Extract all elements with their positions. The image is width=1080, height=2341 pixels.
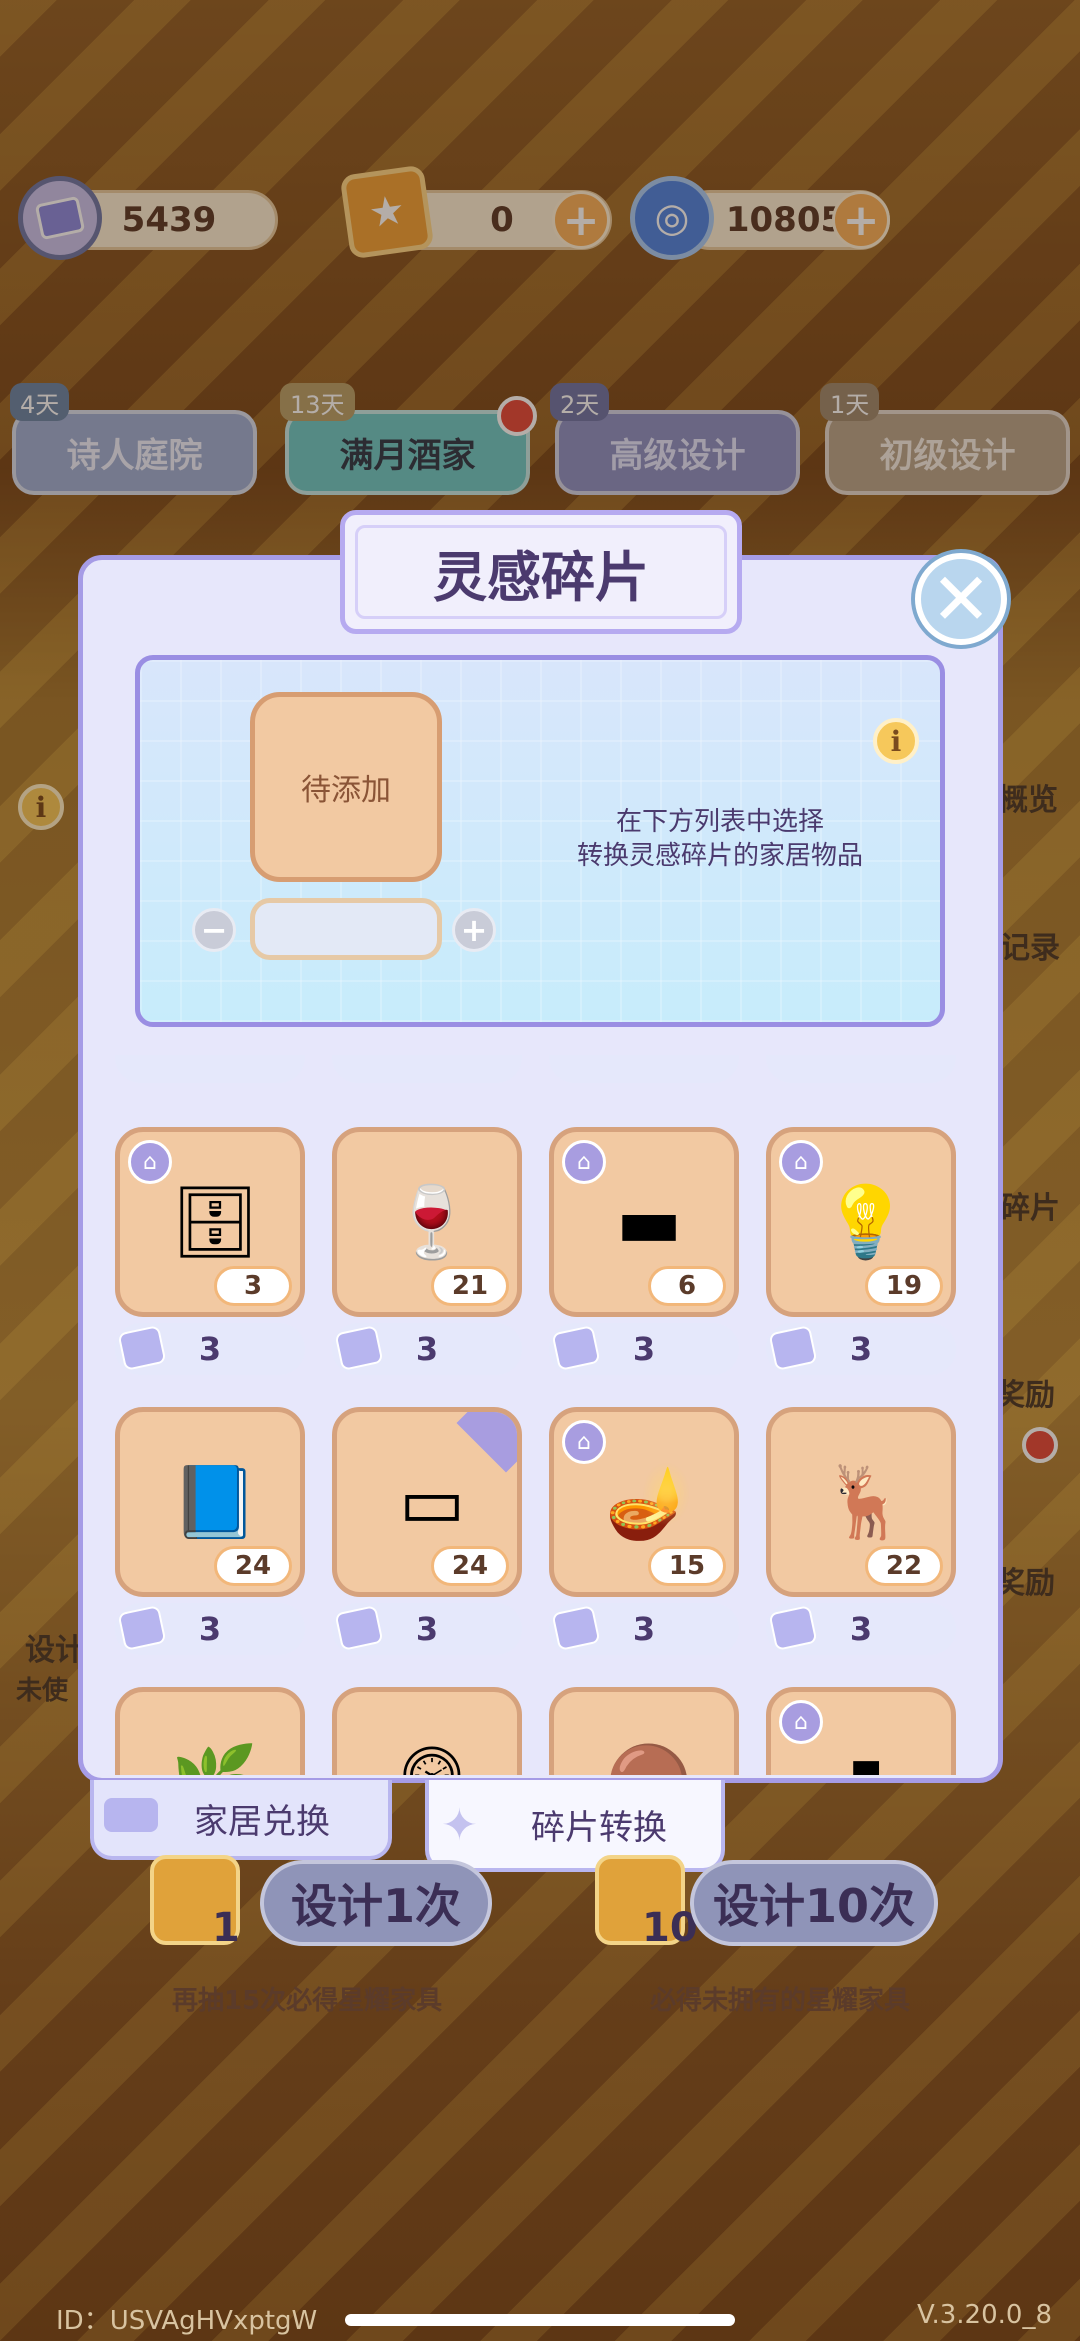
fragment-reward-value: 3 xyxy=(415,1330,439,1368)
home-indicator[interactable] xyxy=(345,2314,735,2326)
furniture-card[interactable]: 🕰 xyxy=(332,1687,522,1775)
fragment-reward-value: 3 xyxy=(632,1330,656,1368)
sparkle-icon: ✦ xyxy=(441,1800,478,1851)
fragment-reward: 3 xyxy=(549,1323,739,1375)
design-ten-note: 必得未拥有的星耀家具 xyxy=(650,1986,911,2016)
fragment-icon xyxy=(117,1325,167,1371)
fragment-reward: 3 xyxy=(766,1323,956,1375)
furniture-card[interactable]: ⌂ 💡 19 xyxy=(766,1127,956,1317)
furniture-card[interactable]: 🍷 21 xyxy=(332,1127,522,1317)
pending-slot-label: 待添加 xyxy=(301,773,391,808)
owned-count: 6 xyxy=(648,1266,726,1306)
plus-button[interactable]: + xyxy=(452,908,496,952)
user-id: ID：USVAgHVxptgW xyxy=(56,2306,318,2336)
close-icon: ✕ xyxy=(930,557,992,641)
tab-home-exchange[interactable]: 家居兑换 xyxy=(90,1780,392,1860)
fragment-icon xyxy=(334,1605,384,1651)
furniture-card[interactable]: 🟤 xyxy=(549,1687,739,1775)
design-once-button[interactable]: 设计1次 xyxy=(260,1860,492,1946)
pending-slot[interactable]: 待添加 xyxy=(250,692,442,882)
owned-count: 22 xyxy=(865,1546,943,1586)
fragment-icon xyxy=(551,1325,601,1371)
furniture-card[interactable]: 🦌 22 xyxy=(766,1407,956,1597)
fragment-reward: 3 xyxy=(115,1603,305,1655)
owned-count: 19 xyxy=(865,1266,943,1306)
fragment-reward-value: 3 xyxy=(198,1330,222,1368)
owned-count: 24 xyxy=(214,1546,292,1586)
fragment-reward: 3 xyxy=(332,1603,522,1655)
design-once-count: 1 xyxy=(212,1905,240,1951)
green-panel-icon: ▮ xyxy=(806,1712,926,1775)
fragment-reward: 3 xyxy=(332,1323,522,1375)
fragment-reward-value: 3 xyxy=(849,1330,873,1368)
fragment-reward: 3 xyxy=(115,1323,305,1375)
list-item-partial xyxy=(115,1055,305,1083)
hint-line-1: 在下方列表中选择 xyxy=(615,807,824,837)
rug-icon: 🟤 xyxy=(589,1712,709,1776)
plant-icon: 🌿 xyxy=(155,1712,275,1776)
design-ten-label: 设计10次 xyxy=(712,1879,915,1933)
fragment-icon xyxy=(768,1605,818,1651)
fragment-reward-value: 3 xyxy=(198,1610,222,1648)
tab-fragment-convert[interactable]: ✦ 碎片转换 xyxy=(425,1780,725,1872)
help-info-button[interactable]: i xyxy=(873,718,919,764)
owned-count: 15 xyxy=(648,1546,726,1586)
tab-home-exchange-label: 家居兑换 xyxy=(194,1801,330,1842)
furniture-card[interactable]: 📘 24 xyxy=(115,1407,305,1597)
clock-icon: 🕰 xyxy=(372,1712,492,1776)
furniture-list[interactable]: ⌂🗄33🍷213⌂▬63⌂💡193📘243▭243⌂🪔153🦌223🌿🕰🟤⌂▮ xyxy=(100,1055,970,1775)
fragment-reward: 3 xyxy=(766,1603,956,1655)
fragment-icon xyxy=(551,1605,601,1651)
design-ten-button[interactable]: 设计10次 xyxy=(690,1860,938,1946)
design-once-note: 再抽15次必得星耀家具 xyxy=(172,1986,443,2016)
list-item-partial xyxy=(766,1055,956,1083)
fragment-reward-value: 3 xyxy=(632,1610,656,1648)
quantity-field[interactable] xyxy=(250,898,442,960)
hint-line-2: 转换灵感碎片的家居物品 xyxy=(576,841,863,871)
plus-icon: + xyxy=(460,911,488,949)
fragment-reward: 3 xyxy=(549,1603,739,1655)
fragment-reward-value: 3 xyxy=(415,1610,439,1648)
list-item-partial xyxy=(332,1055,522,1083)
close-button[interactable]: ✕ xyxy=(915,553,1007,645)
conversion-hint: 在下方列表中选择 转换灵感碎片的家居物品 xyxy=(520,805,920,873)
minus-button[interactable]: − xyxy=(192,908,236,952)
owned-count: 24 xyxy=(431,1546,509,1586)
tab-fragment-convert-label: 碎片转换 xyxy=(531,1807,667,1848)
minus-icon: − xyxy=(200,911,228,949)
furniture-card[interactable]: ⌂ 🗄 3 xyxy=(115,1127,305,1317)
fragment-icon xyxy=(334,1325,384,1371)
sofa-icon xyxy=(104,1798,158,1832)
fragment-icon xyxy=(768,1325,818,1371)
furniture-card[interactable]: 🌿 xyxy=(115,1687,305,1775)
furniture-card[interactable]: ⌂▮ xyxy=(766,1687,956,1775)
modal-title-plate: 灵感碎片 xyxy=(340,510,742,634)
furniture-card[interactable]: ⌂ 🪔 15 xyxy=(549,1407,739,1597)
modal-title: 灵感碎片 xyxy=(433,545,649,609)
fragment-reward-value: 3 xyxy=(849,1610,873,1648)
furniture-card[interactable]: ⌂ ▬ 6 xyxy=(549,1127,739,1317)
version-label: V.3.20.0_8 xyxy=(917,2300,1052,2330)
owned-count: 21 xyxy=(431,1266,509,1306)
furniture-card[interactable]: ▭ 24 xyxy=(332,1407,522,1597)
owned-count: 3 xyxy=(214,1266,292,1306)
design-once-label: 设计1次 xyxy=(290,1879,461,1933)
fragment-icon xyxy=(117,1605,167,1651)
list-item-partial xyxy=(549,1055,739,1083)
design-ten-count: 10 xyxy=(642,1905,698,1951)
